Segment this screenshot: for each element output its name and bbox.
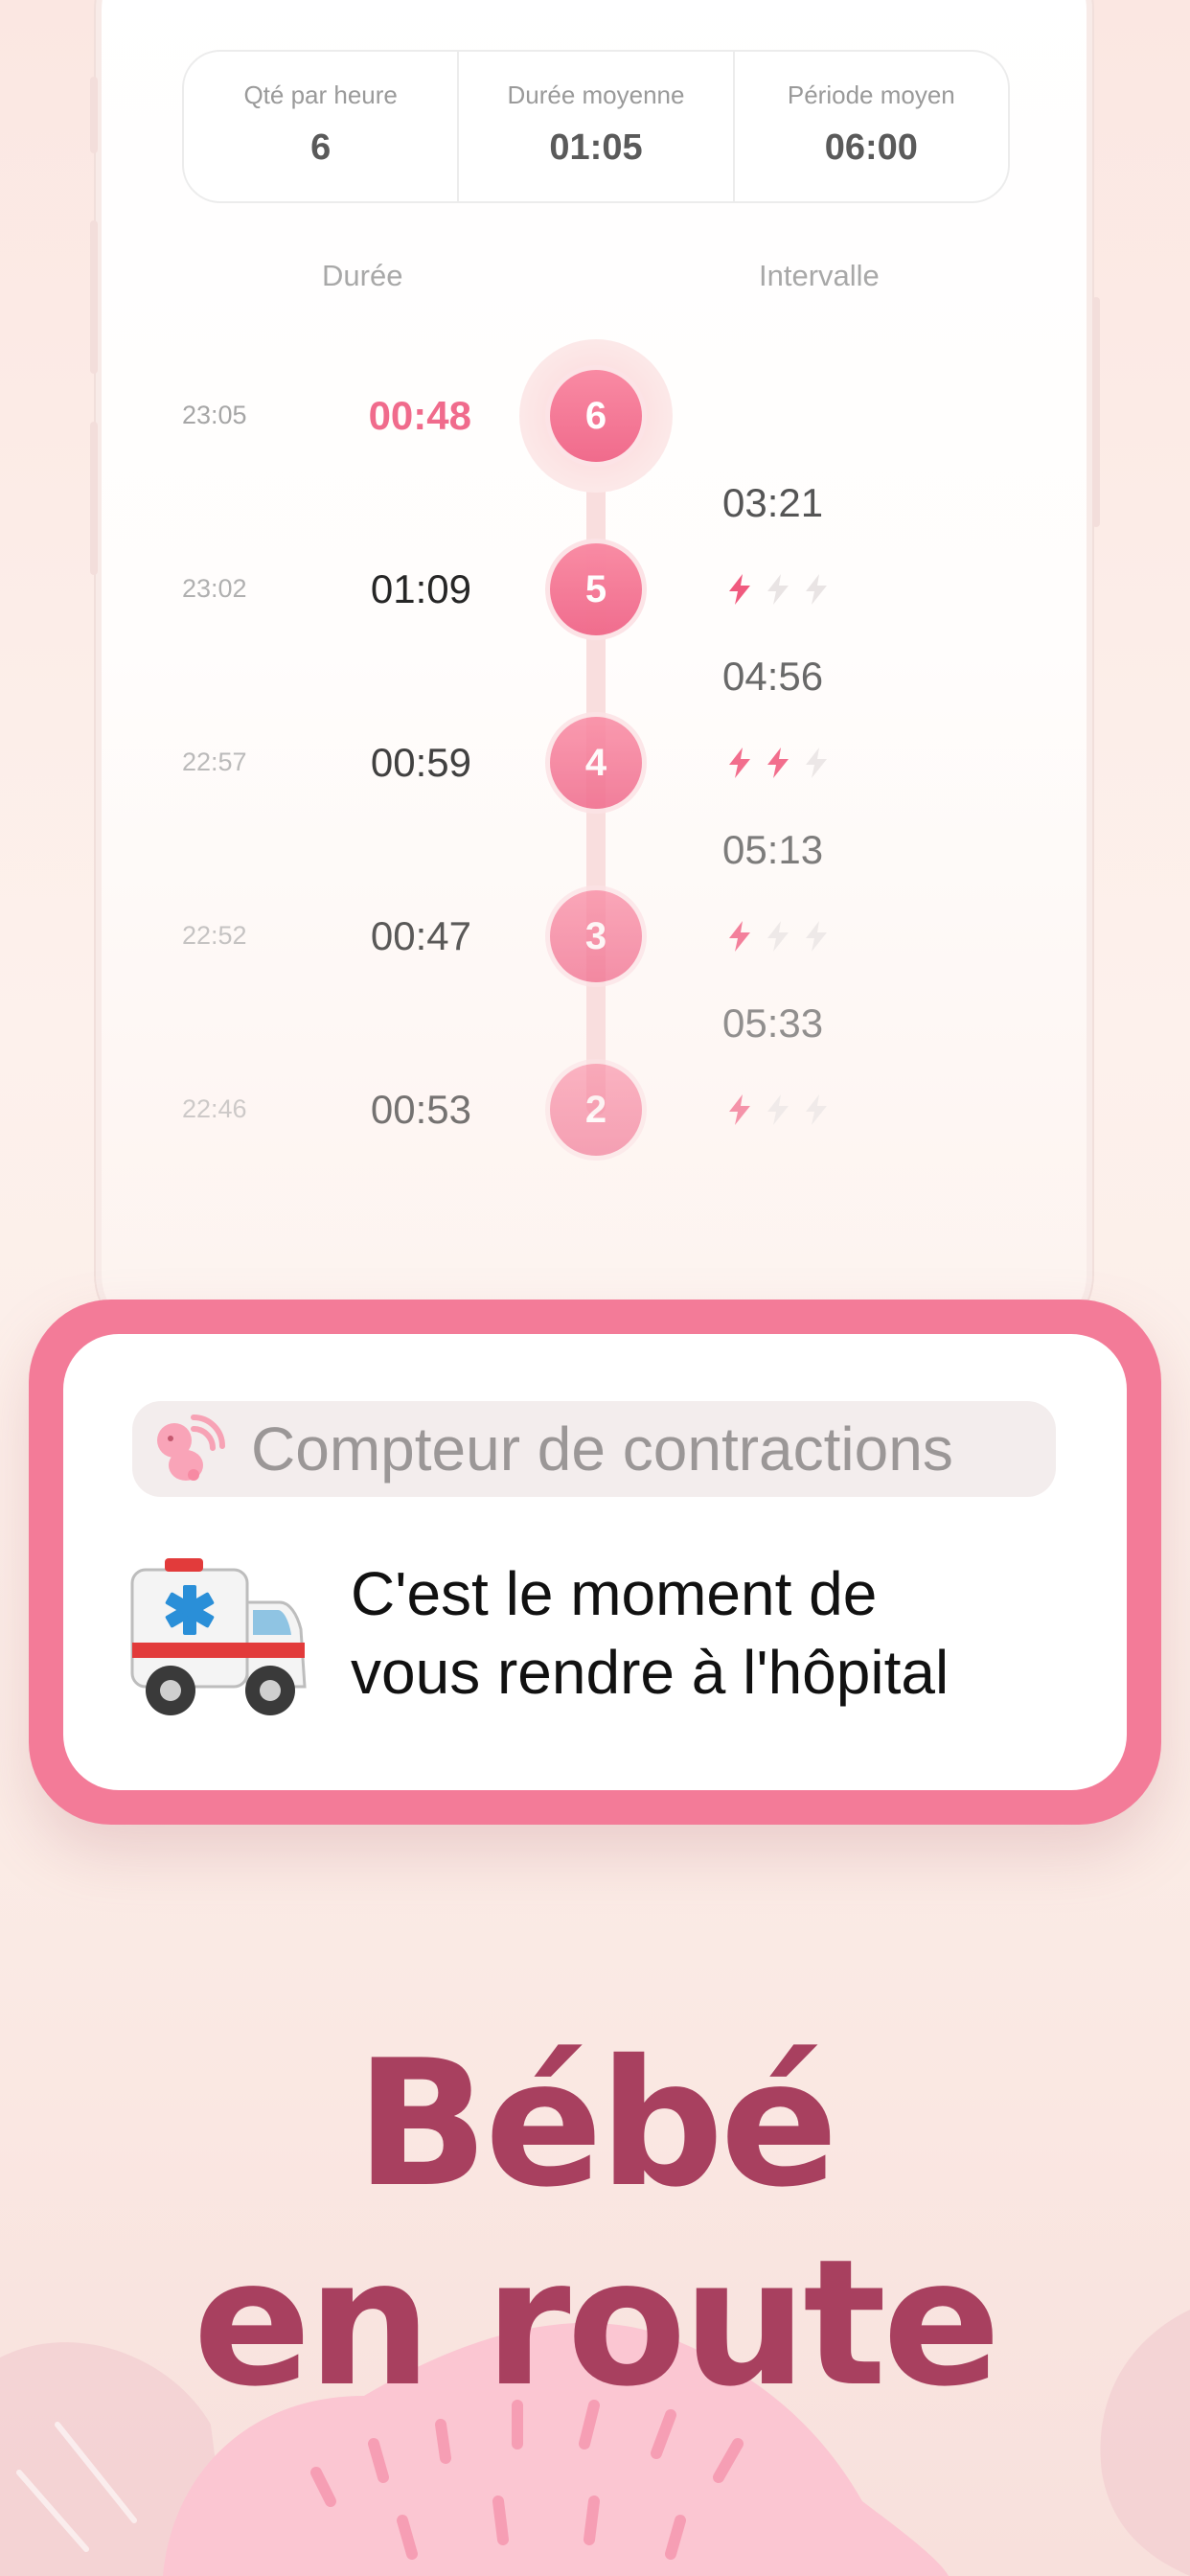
notification-app-header: Compteur de contractions [132, 1401, 1056, 1497]
lightning-bolt-icon [729, 921, 750, 952]
stat-value: 6 [310, 127, 332, 168]
lightning-bolt-icon [729, 574, 750, 605]
contraction-duration: 01:09 [370, 566, 471, 611]
lightning-bolt-icon [767, 921, 789, 952]
contraction-number-badge[interactable]: 2 [545, 1059, 647, 1161]
stat-label: Durée moyenne [507, 80, 685, 109]
contraction-duration: 00:47 [370, 913, 471, 958]
stat-label: Période moyen [787, 80, 955, 109]
phone-side-button [90, 220, 98, 374]
notification-body: Compteur de contractions C'est le moment… [63, 1334, 1127, 1790]
lightning-bolt-icon [806, 921, 827, 952]
ambulance-icon [130, 1558, 307, 1715]
stat-per-hour: Qté par heure 6 [184, 52, 457, 201]
stat-average-period: Période moyen 06:00 [732, 52, 1008, 201]
phone-side-button [90, 422, 98, 575]
notification-card[interactable]: Compteur de contractions C'est le moment… [29, 1300, 1161, 1825]
intensity-rating [724, 746, 832, 780]
contraction-interval: 04:56 [722, 653, 824, 699]
contraction-number-badge[interactable]: 4 [545, 712, 647, 814]
notification-message-line: vous rendre à l'hôpital [351, 1638, 950, 1707]
lightning-bolt-icon [806, 748, 827, 778]
intensity-rating [724, 919, 832, 954]
stat-label: Qté par heure [243, 80, 398, 109]
notification-app-name: Compteur de contractions [251, 1414, 953, 1484]
lightning-bolt-icon [806, 1094, 827, 1125]
headline-line-1: Bébé [355, 2022, 838, 2225]
intensity-rating [724, 572, 832, 607]
contraction-interval: 05:33 [722, 1000, 824, 1046]
lightning-bolt-icon [729, 748, 750, 778]
phone-side-button [90, 77, 98, 153]
contraction-duration: 00:53 [370, 1087, 471, 1132]
lightning-bolt-icon [767, 574, 789, 605]
lightning-bolt-icon [806, 574, 827, 605]
contraction-interval: 05:13 [722, 826, 824, 872]
headline-line-2: en route [193, 2221, 1000, 2425]
stat-value: 01:05 [549, 127, 643, 168]
column-header-duration: Durée [322, 259, 403, 292]
contraction-number-badge[interactable]: 6 [545, 365, 647, 467]
contraction-interval: 03:21 [722, 479, 824, 525]
lightning-bolt-icon [767, 748, 789, 778]
contraction-number-badge[interactable]: 5 [545, 539, 647, 640]
baby-fetus-icon [157, 1414, 225, 1481]
contraction-number-badge[interactable]: 3 [545, 886, 647, 987]
column-header-interval: Intervalle [759, 259, 880, 292]
stat-average-duration: Durée moyenne 01:05 [457, 52, 732, 201]
contraction-duration: 00:48 [368, 393, 471, 438]
contraction-duration: 00:59 [370, 740, 471, 785]
stat-value: 06:00 [824, 127, 918, 168]
lightning-bolt-icon [729, 1094, 750, 1125]
phone-power-button [1092, 297, 1100, 527]
intensity-rating [724, 1092, 832, 1127]
stats-summary: Qté par heure 6 Durée moyenne 01:05 Péri… [182, 50, 1010, 203]
notification-message-line: C'est le moment de [351, 1559, 878, 1628]
notification-message: C'est le moment de vous rendre à l'hôpit… [351, 1554, 949, 1712]
lightning-bolt-icon [767, 1094, 789, 1125]
